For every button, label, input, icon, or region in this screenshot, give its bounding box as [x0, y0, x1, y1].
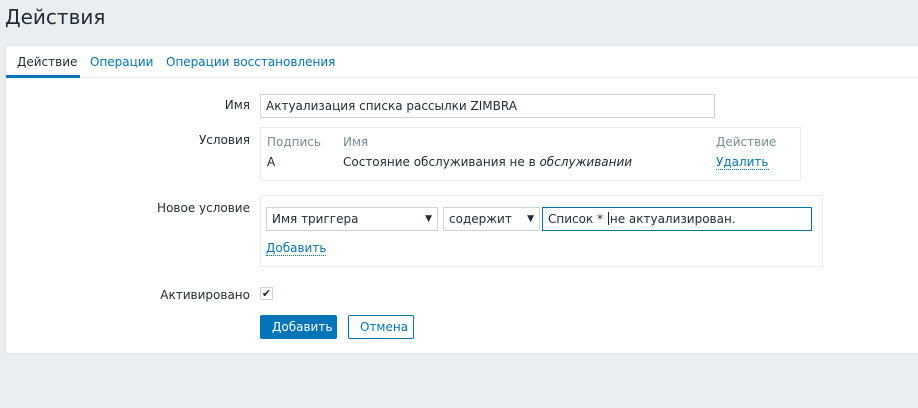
condition-row-name-italic: обслуживании — [539, 155, 633, 169]
tab-recovery-operations[interactable]: Операции восстановления — [166, 55, 335, 69]
tab-bar: Действие Операции Операции восстановлени… — [6, 46, 918, 78]
active-tab-indicator — [6, 75, 80, 78]
new-condition-label: Новое условие — [157, 201, 250, 215]
condition-value-text-rest: не актуализирован. — [609, 212, 736, 226]
tab-action[interactable]: Действие — [17, 55, 77, 69]
conditions-table: Подпись Имя Действие A Состояние обслужи… — [260, 127, 801, 181]
condition-type-value: Имя триггера — [272, 212, 359, 226]
condition-row-label: A — [267, 155, 276, 169]
conditions-label: Условия — [198, 133, 250, 147]
add-button[interactable]: Добавить — [260, 315, 337, 339]
chevron-down-icon: ▼ — [527, 214, 534, 224]
condition-type-select[interactable]: Имя триггера ▼ — [266, 207, 438, 231]
condition-value-text: Список * — [548, 212, 607, 226]
condition-row-name: Состояние обслуживания не в обслуживании — [343, 155, 632, 169]
remove-condition-link[interactable]: Удалить — [716, 155, 769, 170]
page-title: Действия — [5, 5, 106, 29]
condition-operator-value: содержит — [449, 212, 512, 226]
name-label: Имя — [224, 98, 250, 112]
condition-value-input[interactable]: Список * не актуализирован. — [542, 207, 812, 231]
text-caret — [607, 212, 609, 225]
enabled-label: Активировано — [160, 288, 250, 302]
cancel-button[interactable]: Отмена — [348, 315, 414, 339]
action-form-panel: Действие Операции Операции восстановлени… — [5, 45, 918, 354]
add-condition-link[interactable]: Добавить — [266, 241, 327, 256]
new-condition-box: Имя триггера ▼ содержит ▼ Список * не ак… — [260, 195, 823, 267]
check-icon: ✔ — [261, 287, 272, 300]
chevron-down-icon: ▼ — [425, 214, 432, 224]
condition-row-name-text: Состояние обслуживания не в — [343, 155, 540, 169]
enabled-checkbox[interactable]: ✔ — [260, 287, 273, 300]
conditions-header-label: Подпись — [267, 135, 321, 149]
conditions-header-name: Имя — [343, 135, 369, 149]
conditions-header-action: Действие — [716, 135, 777, 149]
name-input[interactable]: Актуализация списка рассылки ZIMBRA — [260, 94, 715, 118]
condition-operator-select[interactable]: содержит ▼ — [443, 207, 540, 231]
tab-operations[interactable]: Операции — [90, 55, 153, 69]
